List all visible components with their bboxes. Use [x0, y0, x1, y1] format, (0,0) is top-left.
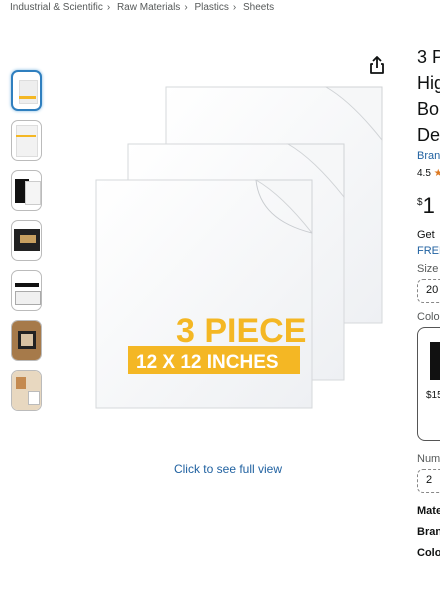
- swatch-price: $15: [426, 390, 440, 401]
- price-currency: $: [417, 197, 423, 208]
- color-label: Colo: [417, 311, 440, 323]
- spec-material-label: Mate: [417, 505, 440, 517]
- badge-count-text: 3 PIECE: [176, 312, 306, 350]
- quantity-label: Num: [417, 453, 440, 465]
- thumbnail-7[interactable]: [11, 370, 42, 411]
- breadcrumb: Industrial & Scientific › Raw Materials › …: [10, 2, 275, 13]
- brand-link[interactable]: Bran: [417, 150, 440, 162]
- thumbnail-4[interactable]: [11, 220, 42, 261]
- see-full-view-link[interactable]: Click to see full view: [0, 462, 440, 476]
- price: $1: [417, 193, 440, 219]
- quantity-value: 2: [426, 474, 433, 486]
- thumbnail-strip: [11, 70, 42, 420]
- product-title-line-3: Bo: [417, 99, 440, 119]
- star-icon: ★: [433, 168, 440, 179]
- product-details-panel: 3 P Hig Bo De Bran 4.5 ★ $1 Get FREE Siz…: [417, 44, 440, 559]
- delivery-get-text: Get: [417, 229, 435, 241]
- product-title-line-4: De: [417, 125, 440, 145]
- size-label: Size: [417, 263, 439, 275]
- thumbnail-2[interactable]: [11, 120, 42, 161]
- share-icon[interactable]: [368, 55, 386, 75]
- product-title-line-2: Hig: [417, 73, 440, 93]
- thumbnail-1[interactable]: [11, 70, 42, 111]
- rating[interactable]: 4.5 ★: [417, 168, 440, 179]
- product-image[interactable]: 3 PIECE 12 X 12 INCHES: [90, 80, 390, 420]
- free-delivery-link[interactable]: FREE: [417, 245, 440, 257]
- breadcrumb-raw-materials[interactable]: Raw Materials: [117, 2, 180, 13]
- price-whole: 1: [422, 193, 435, 218]
- breadcrumb-plastics[interactable]: Plastics: [194, 2, 228, 13]
- breadcrumb-industrial[interactable]: Industrial & Scientific: [10, 2, 103, 13]
- color-swatch[interactable]: $15: [417, 327, 440, 441]
- product-title-line-1: 3 P: [417, 47, 440, 67]
- badge-size-text: 12 X 12 INCHES: [136, 352, 279, 373]
- spec-brand-label: Bran: [417, 526, 440, 538]
- breadcrumb-sheets[interactable]: Sheets: [243, 2, 274, 13]
- rating-value: 4.5: [417, 168, 431, 179]
- swatch-image: [430, 342, 440, 380]
- thumbnail-5[interactable]: [11, 270, 42, 311]
- size-selector[interactable]: 20: [417, 279, 440, 303]
- spec-color-label: Colo: [417, 547, 440, 559]
- thumbnail-3[interactable]: [11, 170, 42, 211]
- quantity-selector[interactable]: 2: [417, 469, 440, 493]
- thumbnail-6[interactable]: [11, 320, 42, 361]
- size-value: 20: [426, 284, 439, 296]
